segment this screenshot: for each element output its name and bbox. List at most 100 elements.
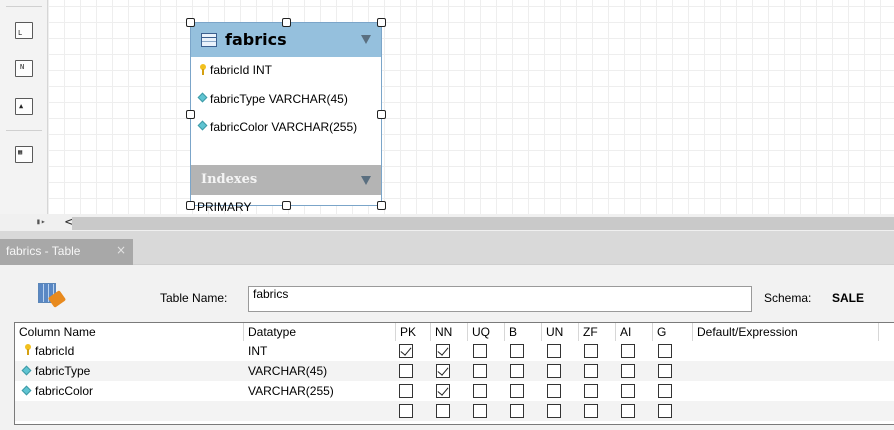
- table-tool-icon[interactable]: ▦: [15, 146, 33, 163]
- checkbox-pk[interactable]: [399, 364, 413, 378]
- resize-handle[interactable]: [377, 18, 386, 27]
- diagram-canvas[interactable]: [48, 0, 894, 214]
- header-column-name[interactable]: Column Name: [15, 323, 244, 341]
- checkbox-zf[interactable]: [584, 344, 598, 358]
- resize-handle[interactable]: [282, 18, 291, 27]
- pager-icon[interactable]: ▮▸: [36, 217, 49, 228]
- cell-column-name[interactable]: fabricType: [15, 361, 244, 381]
- checkbox-pk[interactable]: [399, 344, 413, 358]
- primary-key-icon: [200, 64, 206, 75]
- resize-handle[interactable]: [377, 110, 386, 119]
- checkbox-b[interactable]: [510, 344, 524, 358]
- header-uq[interactable]: UQ: [468, 323, 505, 341]
- checkbox-g[interactable]: [658, 404, 672, 418]
- header-g[interactable]: G: [653, 323, 693, 341]
- checkbox-zf[interactable]: [584, 404, 598, 418]
- checkbox-un[interactable]: [547, 364, 561, 378]
- checkbox-ai[interactable]: [621, 344, 635, 358]
- header-un[interactable]: UN: [542, 323, 579, 341]
- checkbox-b[interactable]: [510, 364, 524, 378]
- checkbox-pk[interactable]: [399, 404, 413, 418]
- checkbox-uq[interactable]: [473, 344, 487, 358]
- horizontal-scrollbar[interactable]: ▮▸ <: [0, 214, 894, 231]
- column-name-text: fabricColor: [35, 384, 94, 398]
- cell-default-expression[interactable]: [693, 381, 879, 401]
- header-nn[interactable]: NN: [431, 323, 468, 341]
- tab-label: fabrics - Table: [6, 244, 81, 258]
- cell-default-expression[interactable]: [693, 401, 879, 421]
- checkbox-nn[interactable]: [436, 404, 450, 418]
- tab-fabrics-table[interactable]: fabrics - Table ×: [0, 239, 133, 265]
- datatype-text: INT: [248, 344, 268, 358]
- table-row[interactable]: fabricType VARCHAR(45): [15, 361, 894, 381]
- checkbox-ai[interactable]: [621, 404, 635, 418]
- checkbox-pk[interactable]: [399, 384, 413, 398]
- cell-column-name[interactable]: [15, 401, 244, 421]
- checkbox-b[interactable]: [510, 384, 524, 398]
- entity-column-label: fabricColor VARCHAR(255): [210, 120, 358, 134]
- cell-datatype[interactable]: VARCHAR(255): [244, 381, 396, 401]
- checkbox-zf[interactable]: [584, 364, 598, 378]
- header-zf[interactable]: ZF: [579, 323, 616, 341]
- cell-column-name[interactable]: fabricId: [15, 341, 244, 361]
- checkbox-ai[interactable]: [621, 364, 635, 378]
- table-name-input[interactable]: [248, 286, 752, 312]
- checkbox-g[interactable]: [658, 344, 672, 358]
- collapse-arrow-icon[interactable]: [361, 176, 371, 185]
- entity-fabrics[interactable]: fabrics fabricId INT fabricType VARCHAR(…: [190, 22, 382, 214]
- checkbox-uq[interactable]: [473, 384, 487, 398]
- collapse-arrow-icon[interactable]: [361, 35, 371, 44]
- grid-header: Column Name Datatype PK NN UQ B UN ZF AI…: [15, 323, 894, 341]
- close-icon[interactable]: ×: [116, 243, 126, 257]
- resize-handle[interactable]: [186, 201, 195, 210]
- checkbox-nn[interactable]: [436, 364, 450, 378]
- checkbox-b[interactable]: [510, 404, 524, 418]
- column-diamond-icon: [197, 120, 208, 131]
- entity-header[interactable]: fabrics: [191, 23, 381, 57]
- header-default-expression[interactable]: Default/Expression: [693, 323, 879, 341]
- table-row[interactable]: fabricColor VARCHAR(255): [15, 381, 894, 401]
- checkbox-g[interactable]: [658, 384, 672, 398]
- checkbox-ai[interactable]: [621, 384, 635, 398]
- resize-handle[interactable]: [282, 201, 291, 210]
- resize-handle[interactable]: [186, 110, 195, 119]
- schema-label: Schema:: [764, 291, 812, 305]
- checkbox-uq[interactable]: [473, 364, 487, 378]
- checkbox-nn[interactable]: [436, 384, 450, 398]
- header-datatype[interactable]: Datatype: [244, 323, 396, 341]
- table-name-label: Table Name:: [160, 291, 228, 305]
- table-row[interactable]: fabricId INT: [15, 341, 894, 361]
- cell-datatype[interactable]: INT: [244, 341, 396, 361]
- datatype-text: VARCHAR(45): [248, 364, 328, 378]
- checkbox-un[interactable]: [547, 404, 561, 418]
- indexes-header[interactable]: Indexes: [191, 165, 381, 195]
- cell-column-name[interactable]: fabricColor: [15, 381, 244, 401]
- cell-default-expression[interactable]: [693, 361, 879, 381]
- header-ai[interactable]: AI: [616, 323, 653, 341]
- table-row[interactable]: [15, 401, 894, 421]
- resize-handle[interactable]: [186, 18, 195, 27]
- checkbox-uq[interactable]: [473, 404, 487, 418]
- cell-datatype[interactable]: VARCHAR(45): [244, 361, 396, 381]
- diagram-toolbar: L N ▲ ▦: [0, 0, 48, 214]
- header-b[interactable]: B: [505, 323, 542, 341]
- entity-column-label: fabricId INT: [210, 63, 273, 77]
- checkbox-g[interactable]: [658, 364, 672, 378]
- entity-title: fabrics: [225, 30, 287, 49]
- checkbox-un[interactable]: [547, 344, 561, 358]
- columns-grid[interactable]: Column Name Datatype PK NN UQ B UN ZF AI…: [14, 322, 894, 425]
- note-tool-icon[interactable]: L: [15, 22, 33, 39]
- text-tool-icon[interactable]: N: [15, 60, 33, 77]
- checkbox-zf[interactable]: [584, 384, 598, 398]
- cell-datatype[interactable]: [244, 401, 396, 421]
- scrollbar-thumb[interactable]: [72, 217, 894, 230]
- cell-default-expression[interactable]: [693, 341, 879, 361]
- checkbox-un[interactable]: [547, 384, 561, 398]
- resize-handle[interactable]: [377, 201, 386, 210]
- index-item[interactable]: PRIMARY: [197, 200, 251, 214]
- table-icon: [201, 33, 217, 47]
- column-diamond-icon: [21, 365, 32, 376]
- header-pk[interactable]: PK: [396, 323, 431, 341]
- image-tool-icon[interactable]: ▲: [15, 98, 33, 115]
- checkbox-nn[interactable]: [436, 344, 450, 358]
